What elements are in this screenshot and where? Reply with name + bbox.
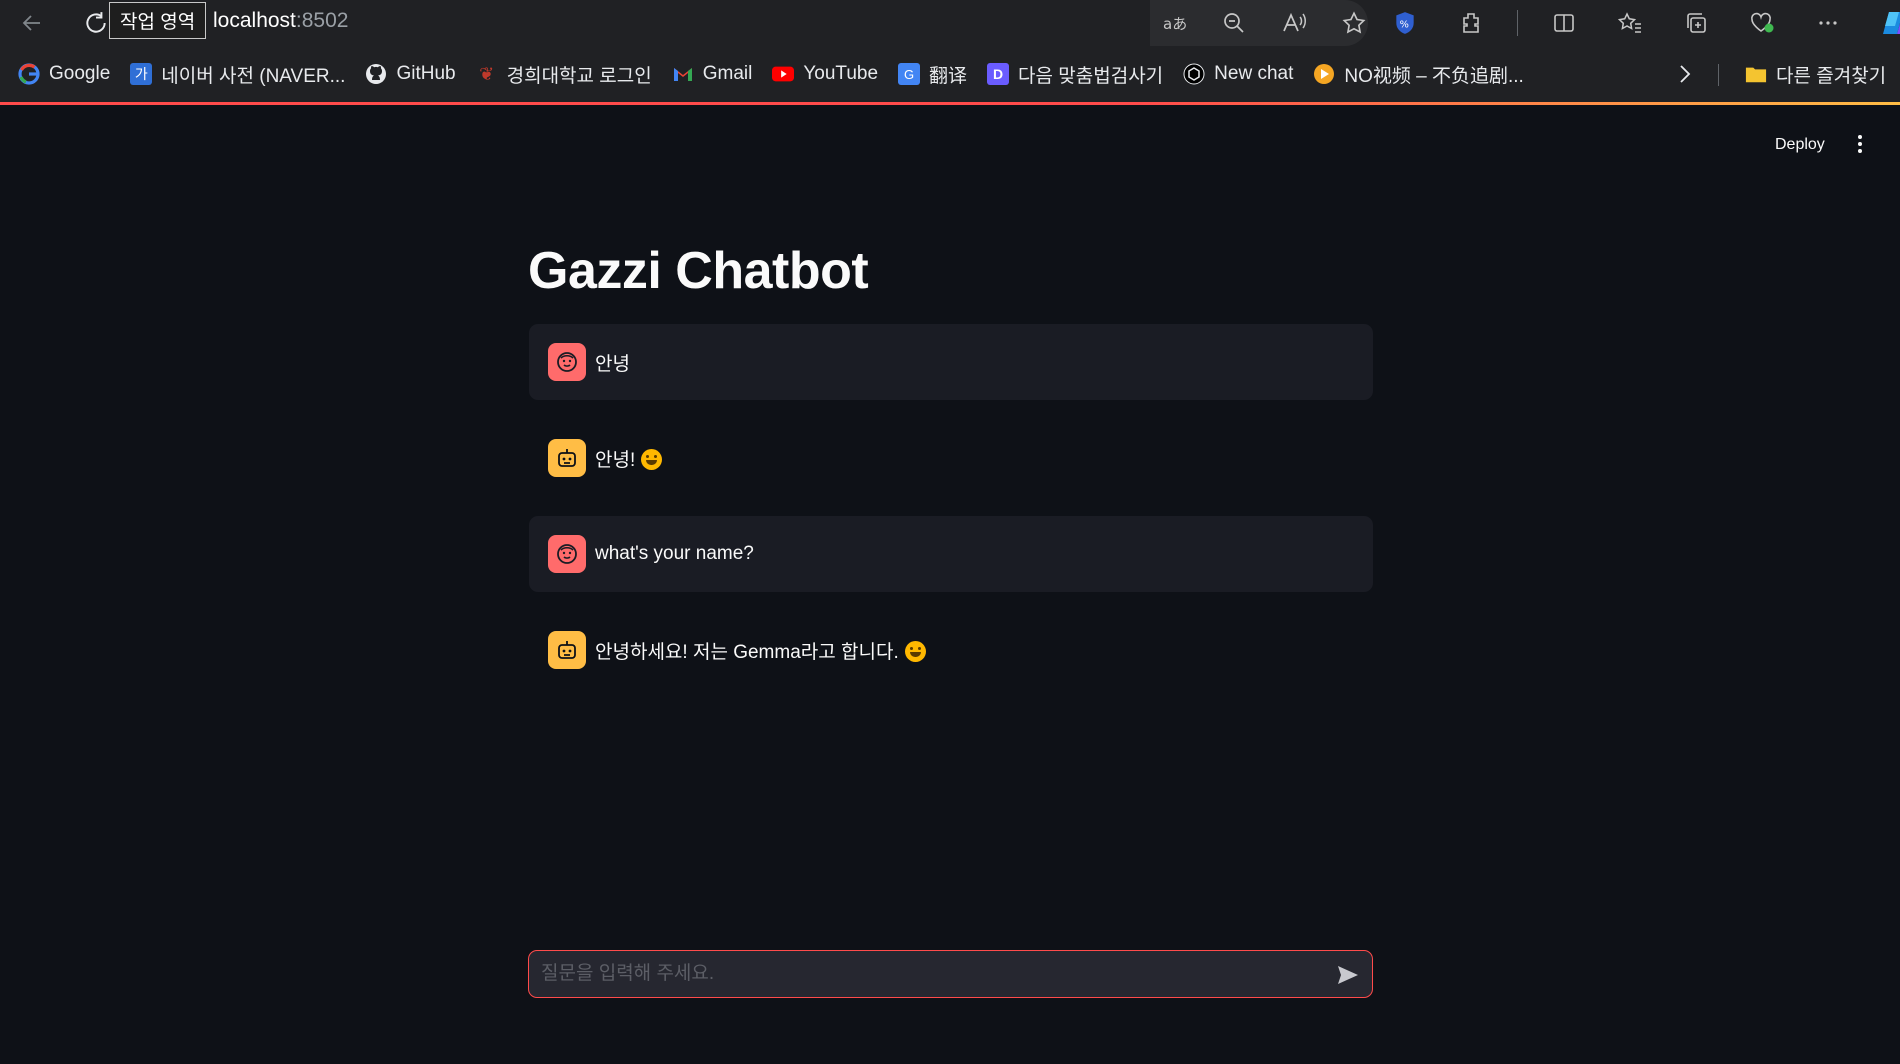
toolbar-separator	[1517, 10, 1518, 36]
bookmark-label: GitHub	[396, 63, 456, 84]
address-bar-icons: aあ	[1154, 3, 1374, 43]
message-text: what's your name?	[595, 543, 754, 564]
chat-input[interactable]	[541, 963, 1321, 985]
bookmark-github[interactable]: GitHub	[355, 54, 465, 94]
extensions-icon[interactable]	[1451, 3, 1491, 43]
split-screen-icon[interactable]	[1544, 3, 1584, 43]
user-avatar-icon	[548, 535, 586, 573]
chat-message-assistant: 안녕!	[529, 420, 1373, 496]
browser-toolbar: 작업 영역 localhost:8502 aあ %	[0, 0, 1900, 46]
page-title: Gazzi Chatbot	[528, 242, 869, 300]
grinning-emoji-icon	[904, 640, 926, 662]
app-main: Deploy Gazzi Chatbot 안녕 안녕! what's your …	[0, 105, 1900, 1064]
more-options-icon[interactable]	[1808, 3, 1848, 43]
youtube-icon	[772, 63, 795, 85]
main-menu-kebab-icon[interactable]	[1846, 129, 1874, 159]
reload-icon	[86, 12, 106, 33]
openai-icon	[1183, 63, 1205, 85]
deploy-button[interactable]: Deploy	[1763, 130, 1837, 160]
favorites-icon[interactable]	[1610, 3, 1650, 43]
github-icon	[365, 63, 387, 85]
bookmarks-overflow-chevron-icon[interactable]	[1670, 54, 1700, 94]
bookmark-new-chat[interactable]: New chat	[1173, 54, 1303, 94]
bookmarks-bar: Google 가 네이버 사전 (NAVER... GitHub ❦ 경희대학교…	[0, 46, 1900, 102]
bookmark-naver-dict[interactable]: 가 네이버 사전 (NAVER...	[120, 54, 355, 94]
bookmark-label: 네이버 사전 (NAVER...	[161, 65, 346, 87]
user-avatar-icon	[548, 343, 586, 381]
folder-icon	[1745, 63, 1767, 85]
browser-essentials-icon[interactable]	[1742, 3, 1782, 43]
novideo-icon	[1313, 63, 1335, 85]
bookmark-label: 翻译	[929, 65, 968, 87]
bookmark-daum[interactable]: D 다음 맞춤법검사기	[977, 54, 1173, 94]
gmail-icon	[672, 63, 694, 85]
address-bar[interactable]: localhost:8502	[213, 9, 348, 33]
message-text-content: 안녕!	[595, 449, 636, 471]
workspace-tooltip: 작업 영역	[109, 2, 207, 39]
chat-message-user: what's your name?	[529, 516, 1373, 592]
smiling-emoji-icon	[641, 448, 663, 470]
bookmark-label: Google	[49, 63, 111, 84]
chat-message-assistant: 안녕하세요! 저는 Gemma라고 합니다.	[529, 612, 1373, 688]
daum-icon: D	[987, 63, 1010, 85]
arrow-left-icon	[22, 15, 40, 31]
bookmark-translate[interactable]: G 翻译	[888, 54, 977, 94]
shield-extension-icon[interactable]: %	[1385, 3, 1425, 43]
bookmark-google[interactable]: Google	[8, 54, 120, 94]
chat-input-container	[528, 950, 1373, 998]
bookmark-label: Gmail	[702, 63, 753, 84]
svg-text:%: %	[1400, 19, 1409, 30]
bookmark-youtube[interactable]: YouTube	[762, 54, 888, 94]
translate-icon: G	[898, 63, 921, 85]
back-button[interactable]	[12, 3, 52, 43]
zoom-out-icon[interactable]	[1214, 3, 1254, 43]
send-button[interactable]	[1334, 961, 1362, 989]
google-icon	[18, 63, 40, 85]
read-aloud-icon[interactable]	[1274, 3, 1314, 43]
robot-avatar-icon	[548, 439, 586, 477]
svg-text:aあ: aあ	[1163, 15, 1187, 33]
khu-icon: ❦	[479, 63, 495, 84]
browser-right-icons: %	[1385, 3, 1900, 43]
collections-icon[interactable]	[1676, 3, 1716, 43]
bookmark-label: NO视频 – 不负追剧...	[1344, 65, 1524, 87]
message-text: 안녕	[595, 353, 630, 375]
bookmark-gmail[interactable]: Gmail	[662, 54, 763, 94]
chat-message-user: 안녕	[529, 324, 1373, 400]
translate-page-icon[interactable]: aあ	[1154, 3, 1194, 43]
bookmark-label: 경희대학교 로그인	[506, 65, 652, 87]
bookmark-khu[interactable]: ❦ 경희대학교 로그인	[466, 54, 662, 94]
send-icon	[1338, 966, 1358, 984]
bookmark-novideo[interactable]: NO视频 – 不负追剧...	[1303, 54, 1533, 94]
naver-dict-icon: 가	[130, 63, 153, 85]
message-text-content: 안녕하세요! 저는 Gemma라고 합니다.	[595, 641, 899, 663]
copilot-icon[interactable]	[1874, 3, 1900, 43]
robot-avatar-icon	[548, 631, 586, 669]
address-host: localhost	[213, 9, 296, 32]
favorite-star-icon[interactable]	[1334, 3, 1374, 43]
bookmark-label: YouTube	[803, 63, 879, 84]
message-text: 안녕!	[595, 445, 663, 472]
bookmark-label: 다음 맞춤법검사기	[1018, 65, 1164, 87]
other-bookmarks-label: 다른 즐겨찾기	[1776, 65, 1887, 87]
bookmark-label: New chat	[1214, 63, 1294, 84]
message-text: 안녕하세요! 저는 Gemma라고 합니다.	[595, 637, 926, 664]
address-port: :8502	[295, 9, 349, 32]
bookmarks-separator	[1718, 64, 1719, 86]
other-bookmarks-folder[interactable]: 다른 즐겨찾기	[1735, 54, 1896, 94]
